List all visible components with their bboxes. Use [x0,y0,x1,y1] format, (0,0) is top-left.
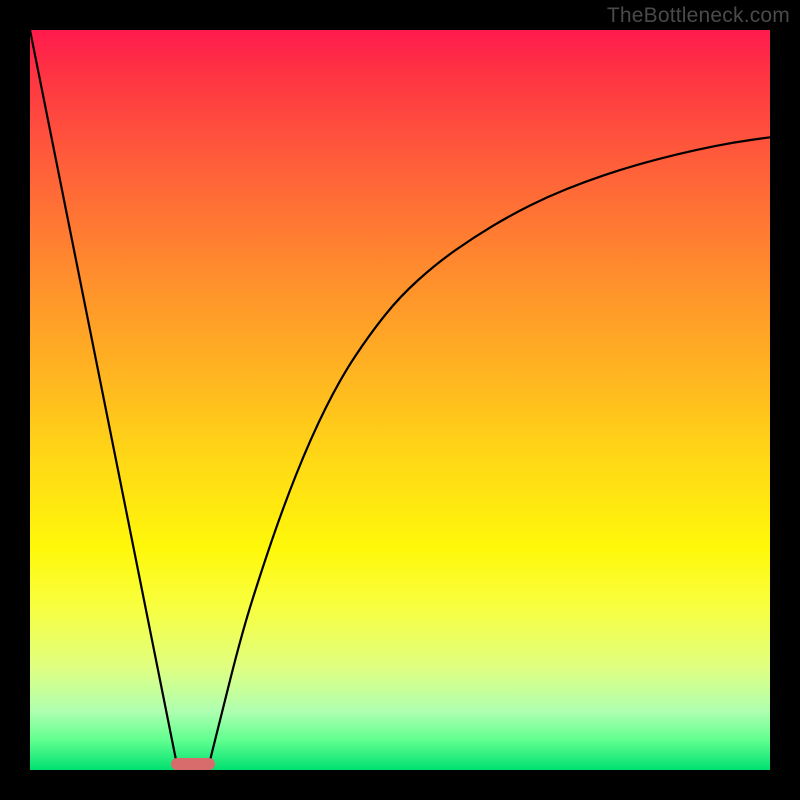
optimal-marker [171,758,215,770]
chart-frame: TheBottleneck.com [0,0,800,800]
curve-svg [30,30,770,770]
curve-left-branch [30,30,178,770]
plot-area [30,30,770,770]
curve-right-branch [208,137,770,770]
watermark-text: TheBottleneck.com [607,4,790,28]
